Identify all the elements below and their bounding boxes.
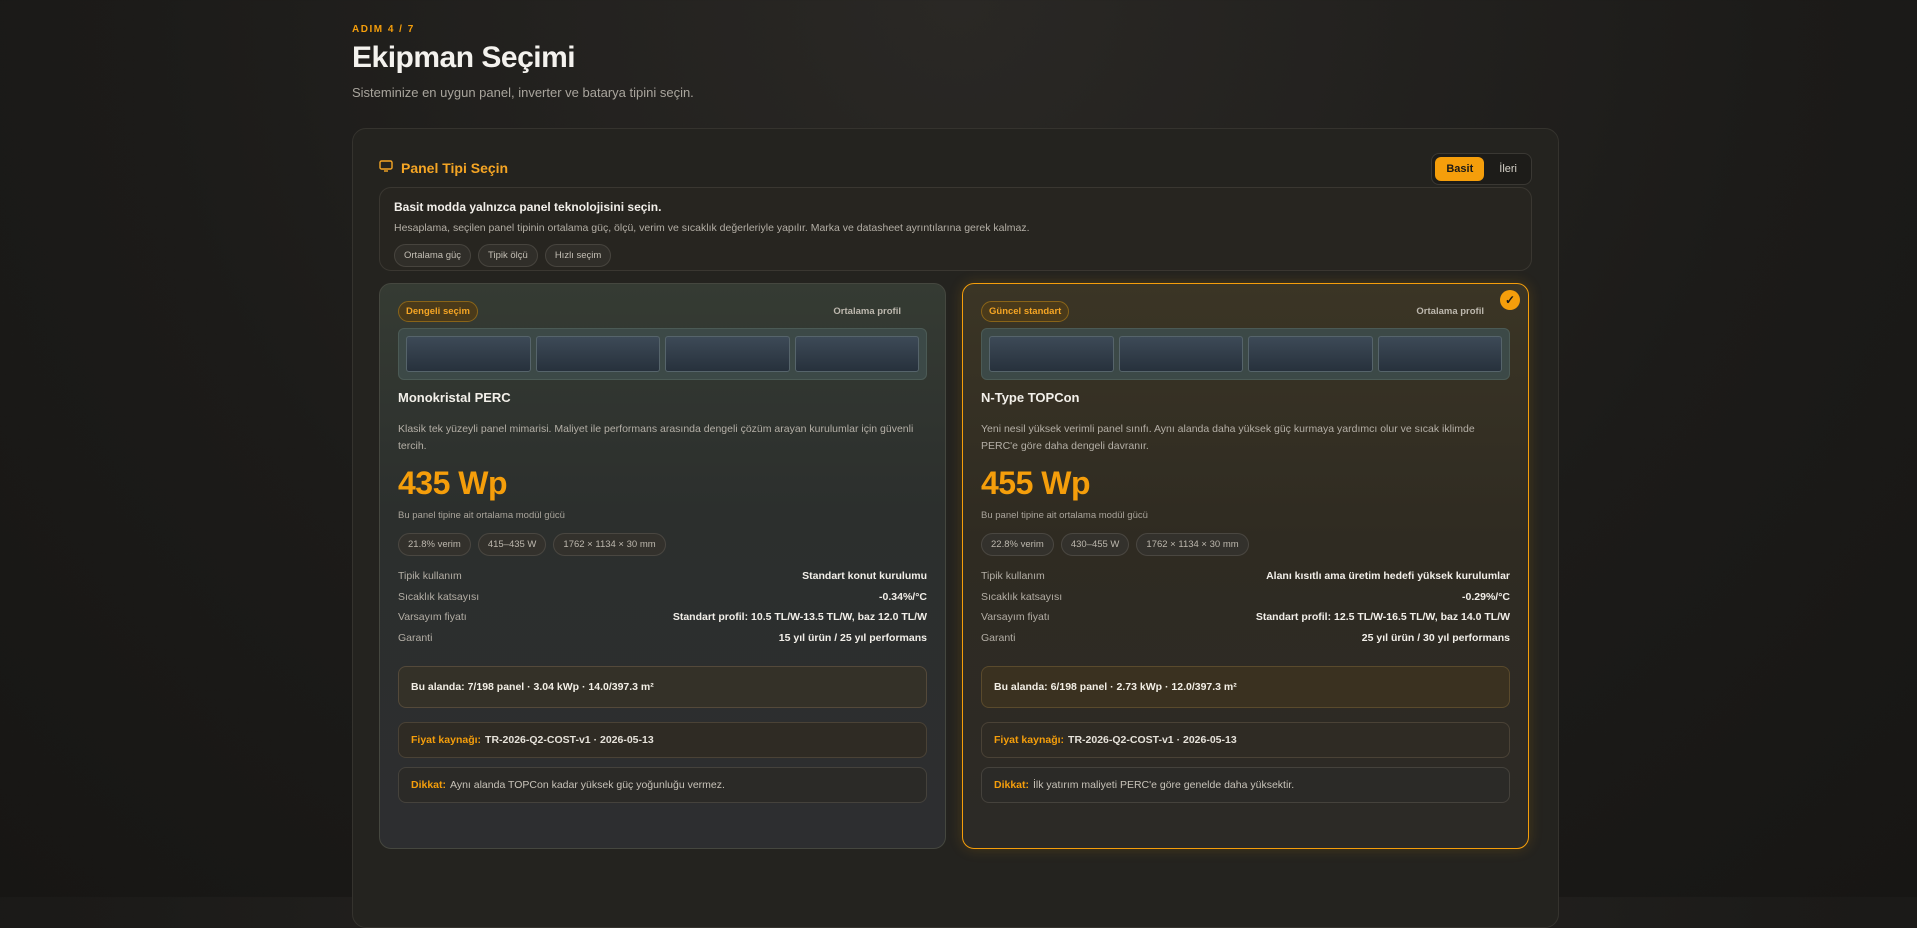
card-description: Klasik tek yüzeyli panel mimarisi. Maliy… [398,423,914,452]
card-name: N-Type TOPCon [981,390,1080,405]
detail-key: Varsayım fiyatı [398,611,467,624]
panel-cell [535,336,660,372]
panel-option-card-perc[interactable]: Dengeli seçim Ortalama profil Monokrista… [379,283,946,849]
card-details: Tipik kullanım Standart konut kurulumu Sı… [398,566,927,648]
info-heading: Basit modda yalnızca panel teknolojisini… [394,200,662,214]
section-header: Panel Tipi Seçin [379,159,508,177]
spec-chip: 1762 × 1134 × 30 mm [1136,533,1249,556]
monitor-icon [379,159,393,177]
detail-value: Alanı kısıtlı ama üretim hedefi yüksek k… [1266,570,1510,583]
detail-value: Standart konut kurulumu [802,570,927,583]
detail-row: Tipik kullanım Standart konut kurulumu [398,566,927,587]
spec-chip: 430–455 W [1060,533,1130,556]
panel-cell [1248,336,1373,372]
spec-chip: 415–435 W [477,533,547,556]
price-source-label: Fiyat kaynağı: [411,734,482,746]
spec-chip: 1762 × 1134 × 30 mm [553,533,666,556]
detail-value: 15 yıl ürün / 25 yıl performans [778,631,927,644]
area-summary: Bu alanda: 7/198 panel · 3.04 kWp · 14.0… [398,666,927,708]
detail-row: Sıcaklık katsayısı -0.34%/°C [398,587,927,608]
detail-value: -0.29%/°C [1462,590,1510,603]
warning-text: İlk yatırım maliyeti PERC'e göre genelde… [1033,779,1295,791]
detail-row: Tipik kullanım Alanı kısıtlı ama üretim h… [981,566,1510,587]
warning-note: Dikkat: Aynı alanda TOPCon kadar yüksek … [398,767,927,803]
mode-basic-button[interactable]: Basit [1435,157,1485,181]
panel-cell [1377,336,1502,372]
detail-row: Varsayım fiyatı Standart profil: 12.5 TL/… [981,607,1510,628]
panel-cell [989,336,1114,372]
panel-option-card-topcon[interactable]: ✓ Güncel standart Ortalama profil N-Type… [962,283,1529,849]
detail-key: Garanti [981,631,1016,644]
info-chip: Tipik ölçü [478,244,538,267]
step-indicator: ADIM 4 / 7 [352,24,415,35]
warning-text: Aynı alanda TOPCon kadar yüksek güç yoğu… [450,779,725,791]
card-name: Monokristal PERC [398,390,511,405]
price-source-value: TR-2026-Q2-COST-v1 · 2026-05-13 [485,734,654,746]
detail-value: Standart profil: 10.5 TL/W-13.5 TL/W, ba… [672,611,927,624]
detail-row: Sıcaklık katsayısı -0.29%/°C [981,587,1510,608]
detail-value: -0.34%/°C [879,590,927,603]
price-source: Fiyat kaynağı: TR-2026-Q2-COST-v1 · 2026… [981,722,1510,758]
panel-cell [665,336,790,372]
price-source-label: Fiyat kaynağı: [994,734,1065,746]
card-description: Yeni nesil yüksek verimli panel sınıfı. … [981,423,1475,452]
panel-cell [1118,336,1243,372]
mode-advanced-button[interactable]: İleri [1488,157,1528,181]
card-profile: Ortalama profil [833,305,901,317]
detail-row: Varsayım fiyatı Standart profil: 10.5 TL/… [398,607,927,628]
info-box: Basit modda yalnızca panel teknolojisini… [379,187,1532,271]
card-power: 435 Wp [398,465,508,501]
panel-type-section: Panel Tipi Seçin Basit İleri Basit modda… [352,128,1559,928]
card-profile: Ortalama profil [1416,305,1484,317]
card-power-label: Bu panel tipine ait ortalama modül gücü [981,510,1148,521]
warning-label: Dikkat: [994,779,1030,791]
detail-key: Sıcaklık katsayısı [981,590,1063,603]
card-top: Dengeli seçim Ortalama profil [398,300,927,322]
detail-value: Standart profil: 12.5 TL/W-16.5 TL/W, ba… [1255,611,1510,624]
mode-toggle: Basit İleri [1431,153,1532,185]
warning-note: Dikkat: İlk yatırım maliyeti PERC'e göre… [981,767,1510,803]
selected-check-icon: ✓ [1500,290,1520,310]
info-chips: Ortalama güç Tipik ölçü Hızlı seçim [394,244,1517,267]
area-summary: Bu alanda: 6/198 panel · 2.73 kWp · 12.0… [981,666,1510,708]
detail-key: Tipik kullanım [398,570,462,583]
detail-key: Tipik kullanım [981,570,1045,583]
info-text: Hesaplama, seçilen panel tipinin ortalam… [394,222,1030,234]
panel-preview-image [398,328,927,380]
detail-value: 25 yıl ürün / 30 yıl performans [1361,631,1510,644]
panel-preview-image [981,328,1510,380]
info-chip: Hızlı seçim [544,244,612,267]
info-chip: Ortalama güç [394,244,472,267]
page-subtitle: Sisteminize en uygun panel, inverter ve … [352,85,694,100]
card-power: 455 Wp [981,465,1091,501]
panel-cell [406,336,531,372]
page: ADIM 4 / 7 Ekipman Seçimi Sisteminize en… [352,24,1559,928]
detail-row: Garanti 15 yıl ürün / 25 yıl performans [398,628,927,649]
card-top: Güncel standart Ortalama profil [981,300,1510,322]
price-source-value: TR-2026-Q2-COST-v1 · 2026-05-13 [1068,734,1237,746]
card-specs: 21.8% verim 415–435 W 1762 × 1134 × 30 m… [398,533,927,556]
warning-label: Dikkat: [411,779,447,791]
card-badge: Dengeli seçim [398,300,478,322]
detail-key: Garanti [398,631,433,644]
card-power-label: Bu panel tipine ait ortalama modül gücü [398,510,565,521]
card-details: Tipik kullanım Alanı kısıtlı ama üretim h… [981,566,1510,648]
card-badge: Güncel standart [981,300,1070,322]
detail-key: Varsayım fiyatı [981,611,1050,624]
panel-cell [794,336,919,372]
section-title: Panel Tipi Seçin [401,160,509,176]
price-source: Fiyat kaynağı: TR-2026-Q2-COST-v1 · 2026… [398,722,927,758]
spec-chip: 22.8% verim [981,533,1054,556]
card-specs: 22.8% verim 430–455 W 1762 × 1134 × 30 m… [981,533,1510,556]
spec-chip: 21.8% verim [398,533,471,556]
detail-key: Sıcaklık katsayısı [398,590,480,603]
page-title: Ekipman Seçimi [352,41,576,74]
detail-row: Garanti 25 yıl ürün / 30 yıl performans [981,628,1510,649]
